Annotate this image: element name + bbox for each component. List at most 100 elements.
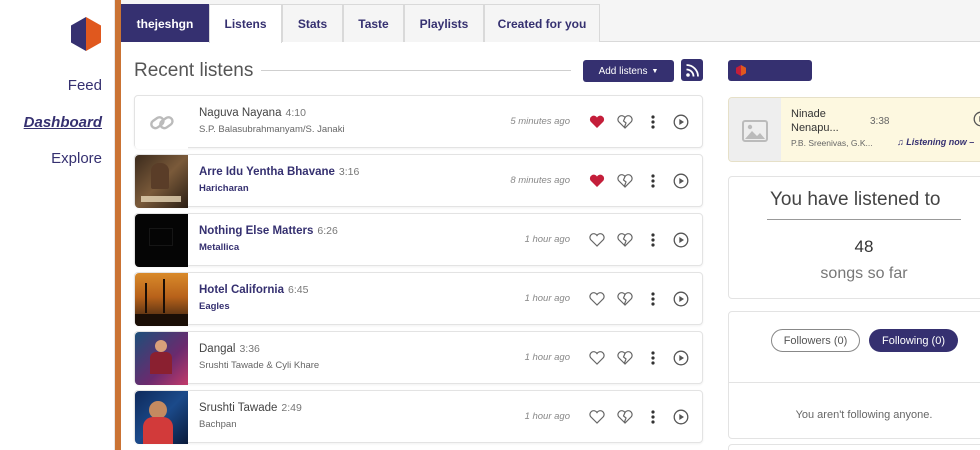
listen-time: 8 minutes ago [510, 175, 570, 186]
now-playing-duration: 3:38 [870, 116, 890, 127]
kebab-menu-icon [651, 351, 655, 365]
follow-empty-message: You aren't following anyone. [795, 409, 933, 421]
now-playing-artist[interactable]: P.B. Sreenivas, G.K... [791, 138, 873, 148]
listen-card[interactable]: Arre Idu Yentha Bhavane 3:16 Haricharan 8… [134, 154, 703, 208]
more-options-button[interactable] [644, 349, 662, 367]
play-button[interactable] [672, 349, 690, 367]
follow-divider [729, 382, 980, 383]
track-duration: 3:36 [239, 343, 260, 355]
hate-button[interactable] [616, 231, 634, 249]
love-button[interactable] [588, 231, 606, 249]
hate-button[interactable] [616, 408, 634, 426]
heart-outline-icon [589, 410, 605, 424]
more-options-button[interactable] [644, 290, 662, 308]
album-art [135, 214, 188, 267]
artist-name[interactable]: Eagles [199, 301, 230, 312]
left-sidebar: Feed Dashboard Explore [0, 0, 115, 450]
play-circle-icon [673, 409, 689, 425]
artist-name[interactable]: Haricharan [199, 183, 249, 194]
artist-name[interactable]: Srushti Tawade & Cyli Khare [199, 360, 319, 371]
love-button[interactable] [588, 349, 606, 367]
listen-card[interactable]: Naguva Nayana 4:10 S.P. Balasubrahmanyam/… [134, 95, 703, 149]
image-placeholder-icon [742, 119, 768, 142]
listen-time: 1 hour ago [524, 234, 570, 245]
stats-divider [767, 219, 961, 220]
more-options-button[interactable] [644, 172, 662, 190]
more-options-button[interactable] [644, 231, 662, 249]
page-title: Recent listens [134, 60, 254, 81]
music-note-icon: ♫ [897, 137, 904, 147]
add-listens-label: Add listens [598, 65, 648, 77]
artist-name[interactable]: S.P. Balasubrahmanyam/S. Janaki [199, 124, 345, 135]
now-playing-track[interactable]: Ninade Nenapu... [791, 107, 851, 135]
following-tab[interactable]: Following (0) [869, 329, 958, 352]
hate-button[interactable] [616, 113, 634, 131]
tab-created-for-you[interactable]: Created for you [484, 4, 600, 42]
tab-taste[interactable]: Taste [343, 4, 404, 42]
hate-button[interactable] [616, 349, 634, 367]
heart-filled-icon [589, 115, 605, 128]
more-options-button[interactable] [644, 408, 662, 426]
track-name[interactable]: Naguva Nayana [199, 107, 281, 119]
brainzplayer-button[interactable] [728, 60, 812, 81]
broken-heart-icon [617, 351, 633, 365]
track-duration: 4:10 [285, 107, 306, 119]
album-art [135, 332, 188, 385]
sidebar-item-explore[interactable]: Explore [51, 150, 102, 167]
listen-card[interactable]: Srushti Tawade 2:49 Bachpan 1 hour ago [134, 390, 703, 444]
play-button[interactable] [672, 290, 690, 308]
heart-outline-icon [589, 351, 605, 365]
album-art [135, 391, 188, 444]
track-name[interactable]: Arre Idu Yentha Bhavane [199, 166, 335, 178]
play-button[interactable] [672, 231, 690, 249]
listen-card[interactable]: Hotel California 6:45 Eagles 1 hour ago [134, 272, 703, 326]
listen-card[interactable]: Dangal 3:36 Srushti Tawade & Cyli Khare 1… [134, 331, 703, 385]
play-button[interactable] [672, 113, 690, 131]
listen-count-value: 48 [854, 237, 874, 256]
heart-filled-icon [589, 174, 605, 187]
kebab-menu-icon [651, 115, 655, 129]
artist-name[interactable]: Bachpan [199, 419, 237, 430]
kebab-menu-icon [651, 410, 655, 424]
love-button[interactable] [588, 408, 606, 426]
listenbrainz-logo[interactable] [71, 17, 101, 51]
track-name[interactable]: Hotel California [199, 284, 284, 296]
listen-card[interactable]: Nothing Else Matters 6:26 Metallica 1 hou… [134, 213, 703, 267]
heart-outline-icon [589, 292, 605, 306]
caret-down-icon: ▼ [651, 67, 659, 75]
followers-tab[interactable]: Followers (0) [771, 329, 860, 352]
listen-count-caption: songs so far [820, 265, 908, 282]
track-name[interactable]: Srushti Tawade [199, 402, 277, 414]
love-button[interactable] [588, 290, 606, 308]
play-button[interactable] [672, 172, 690, 190]
hate-button[interactable] [616, 172, 634, 190]
tab-username[interactable]: thejeshgn [121, 4, 209, 42]
artist-name[interactable]: Metallica [199, 242, 239, 253]
album-art [135, 155, 188, 208]
play-button[interactable] [672, 408, 690, 426]
hate-button[interactable] [616, 290, 634, 308]
track-name[interactable]: Nothing Else Matters [199, 225, 313, 237]
love-button[interactable] [588, 113, 606, 131]
listen-count-card: You have listened to 48 songs so far [728, 176, 980, 299]
play-circle-icon[interactable] [973, 111, 980, 127]
user-tab-bar: thejeshgn Listens Stats Taste Playlists … [121, 0, 980, 43]
track-name[interactable]: Dangal [199, 343, 235, 355]
tab-playlists[interactable]: Playlists [404, 4, 484, 42]
listen-time: 5 minutes ago [510, 116, 570, 127]
rss-feed-button[interactable] [681, 59, 703, 81]
track-duration: 6:45 [287, 284, 309, 296]
love-button[interactable] [588, 172, 606, 190]
add-listens-button[interactable]: Add listens ▼ [583, 60, 674, 82]
play-circle-icon [673, 173, 689, 189]
sidebar-item-dashboard[interactable]: Dashboard [24, 114, 102, 131]
tab-listens[interactable]: Listens [209, 4, 282, 43]
play-circle-icon [673, 114, 689, 130]
play-circle-icon [673, 350, 689, 366]
sidebar-item-feed[interactable]: Feed [68, 77, 102, 94]
broken-heart-icon [617, 233, 633, 247]
more-options-button[interactable] [644, 113, 662, 131]
tab-stats[interactable]: Stats [282, 4, 343, 42]
follow-card: Followers (0) Following (0) You aren't f… [728, 311, 980, 439]
now-playing-card[interactable]: Ninade Nenapu... 3:38 P.B. Sreenivas, G.… [728, 97, 980, 162]
